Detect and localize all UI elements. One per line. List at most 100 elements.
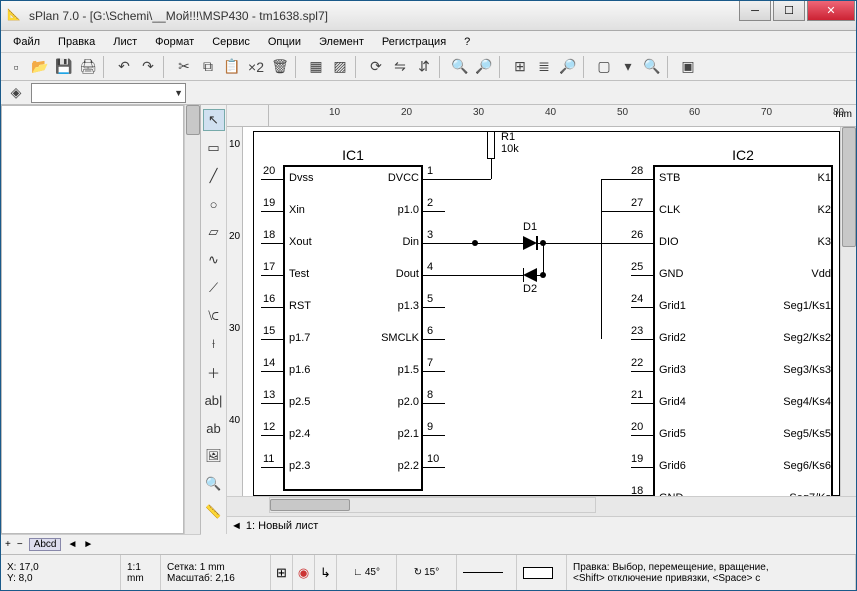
tool-dimension[interactable]: ⟊ (203, 333, 225, 355)
grid-toggle[interactable]: ⊞ (271, 555, 293, 590)
ic1-pin-stub (423, 467, 445, 468)
ic1-pin-stub (423, 211, 445, 212)
zoom-fit-button[interactable]: 🔍 (641, 56, 663, 78)
angle-15[interactable]: ↻15° (397, 555, 457, 590)
scrollbar-thumb[interactable] (842, 127, 856, 247)
menu-edit[interactable]: Правка (50, 34, 103, 50)
origin-toggle[interactable]: ↳ (315, 555, 337, 590)
layers-button[interactable]: ≣ (533, 56, 555, 78)
library-list[interactable] (1, 105, 184, 534)
lib-zoom-out[interactable]: − (17, 539, 23, 550)
open-file-button[interactable]: 📂 (29, 56, 51, 78)
duplicate-button[interactable]: ×2 (245, 56, 267, 78)
menu-service[interactable]: Сервис (204, 34, 258, 50)
schematic-canvas[interactable]: IC1 MSP430g2553 20Dvss19Xin18Xout17Test1… (243, 127, 840, 496)
redo-button[interactable]: ↷ (137, 56, 159, 78)
page-setup-button[interactable]: ▢ (593, 56, 615, 78)
lib-label-toggle[interactable]: Abcd (29, 538, 62, 551)
lib-next[interactable]: ► (83, 539, 93, 550)
library-scrollbar[interactable] (184, 105, 200, 534)
horizontal-ruler[interactable]: mm 1020304050607080 (269, 105, 856, 127)
menu-help[interactable]: ? (456, 34, 478, 50)
scale-label: Масштаб: 2,16 (167, 573, 264, 584)
zoom-out-button[interactable]: 🔎 (473, 56, 495, 78)
cut-button[interactable]: ✂ (173, 56, 195, 78)
maximize-button[interactable]: ☐ (773, 1, 805, 21)
tool-rect[interactable]: ▭ (203, 137, 225, 159)
scrollbar-thumb[interactable] (186, 105, 200, 135)
print-button[interactable]: 🖨 (77, 56, 99, 78)
scrollbar-thumb[interactable] (270, 499, 350, 511)
ic2-pin-stub (631, 275, 653, 276)
lib-prev[interactable]: ◄ (67, 539, 77, 550)
coord-x: X: 17,0 (7, 562, 114, 573)
ic1-pin-num: 10 (427, 453, 439, 465)
save-file-button[interactable]: 💾 (53, 56, 75, 78)
ruler-tick: 70 (761, 107, 772, 118)
tool-text[interactable]: ab| (203, 389, 225, 411)
menu-format[interactable]: Формат (147, 34, 202, 50)
vruler-tick: 30 (229, 323, 240, 334)
angle-45[interactable]: ∟45° (337, 555, 397, 590)
wire (491, 159, 492, 179)
ic2-pin-stub (631, 243, 653, 244)
tool-circle[interactable]: ○ (203, 193, 225, 215)
tool-image[interactable]: 🖼 (203, 445, 225, 467)
delete-button[interactable]: 🗑 (269, 56, 291, 78)
zoom-in-button[interactable]: 🔍 (449, 56, 471, 78)
tool-line[interactable]: ╱ (203, 165, 225, 187)
content-area: ↖ ▭ ╱ ○ ▱ ∿ ⟋ ⟈ ⟊ ＋ ab| ab 🖼 🔍 📏 mm 1020304050607080 1… (1, 105, 856, 534)
menu-options[interactable]: Опции (260, 34, 309, 50)
ic1-pin-label: Xin (289, 204, 305, 216)
r1-resistor[interactable] (487, 131, 495, 159)
arrow-button[interactable]: ▾ (617, 56, 639, 78)
rotate-button[interactable]: ⟳ (365, 56, 387, 78)
canvas-hscrollbar[interactable] (269, 497, 596, 513)
d2-label: D2 (523, 283, 537, 295)
library-combo[interactable]: ▼ (31, 83, 186, 103)
menu-file[interactable]: Файл (5, 34, 48, 50)
new-file-button[interactable]: ▫ (5, 56, 27, 78)
tool-pointer[interactable]: ↖ (203, 109, 225, 131)
tool-polygon[interactable]: ▱ (203, 221, 225, 243)
vertical-ruler[interactable]: 1020304050 (227, 127, 243, 496)
ungroup-button[interactable]: ▨ (329, 56, 351, 78)
mirror-v-button[interactable]: ⇵ (413, 56, 435, 78)
tool-arc[interactable]: ⟋ (203, 277, 225, 299)
lib-zoom-in[interactable]: + (5, 539, 11, 550)
tool-text-frame[interactable]: ab (203, 417, 225, 439)
ic1-pin-label: SMCLK (373, 332, 419, 344)
window-buttons: ─ ☐ ✕ (738, 1, 856, 30)
home-button[interactable]: ▣ (677, 56, 699, 78)
ic2-right-label: K1 (771, 172, 831, 184)
undo-button[interactable]: ↶ (113, 56, 135, 78)
copy-button[interactable]: ⧉ (197, 56, 219, 78)
tool-spline[interactable]: ⟈ (203, 305, 225, 327)
menu-registration[interactable]: Регистрация (374, 34, 454, 50)
ic1-pin-label: p2.1 (373, 428, 419, 440)
menu-sheet[interactable]: Лист (105, 34, 145, 50)
close-button[interactable]: ✕ (807, 1, 855, 21)
ic1-pin-stub (261, 211, 283, 212)
tool-measure[interactable]: 📏 (203, 501, 225, 523)
ic1-pin-stub (423, 243, 445, 244)
paste-button[interactable]: 📋 (221, 56, 243, 78)
fill-style[interactable] (517, 555, 567, 590)
sheet-nav-prev[interactable]: ◄ (231, 520, 242, 532)
mirror-h-button[interactable]: ⇋ (389, 56, 411, 78)
line-style[interactable] (457, 555, 517, 590)
tool-cross[interactable]: ＋ (203, 361, 225, 383)
group-button[interactable]: ▦ (305, 56, 327, 78)
tool-bezier[interactable]: ∿ (203, 249, 225, 271)
find-button[interactable]: 🔎 (557, 56, 579, 78)
menubar: Файл Правка Лист Формат Сервис Опции Эле… (1, 31, 856, 53)
snap-button[interactable]: ⊞ (509, 56, 531, 78)
tool-zoom[interactable]: 🔍 (203, 473, 225, 495)
ic2-pin-label: Grid2 (659, 332, 686, 344)
canvas-vscrollbar[interactable] (840, 127, 856, 496)
menu-element[interactable]: Элемент (311, 34, 372, 50)
sheet-tab[interactable]: 1: Новый лист (246, 520, 318, 532)
snap-toggle[interactable]: ◉ (293, 555, 315, 590)
minimize-button[interactable]: ─ (739, 1, 771, 21)
library-icon[interactable]: ◈ (5, 82, 27, 104)
